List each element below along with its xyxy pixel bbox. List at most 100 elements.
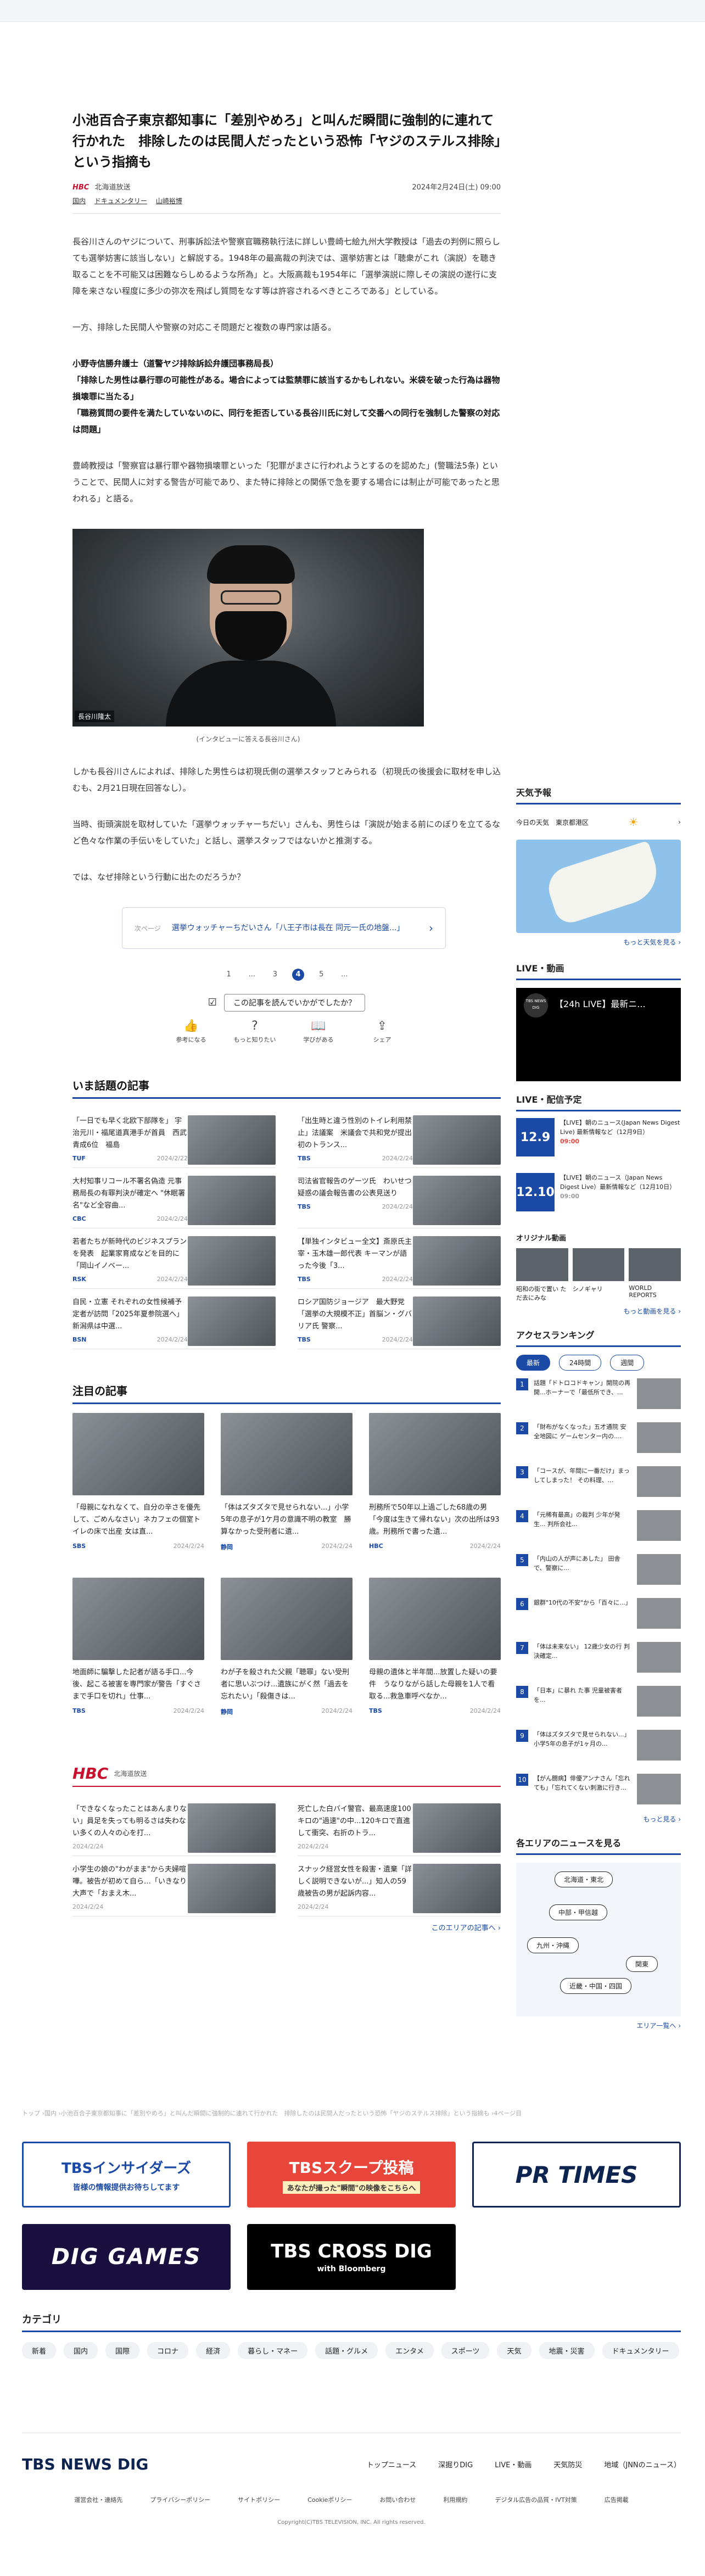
ranking-item[interactable]: 1 話題「ドトロコドキャン」開院の再開...ホーナーで「最低所でき、... bbox=[516, 1378, 681, 1415]
footer-nav-link[interactable]: LIVE・動画 bbox=[495, 2459, 531, 2469]
featured-item[interactable]: 母親の遺体と半年間...放置した疑いの要件 うなりながら話した母親を1人で看取る… bbox=[369, 1578, 501, 1742]
footer-sub-link[interactable]: 運営会社・連絡先 bbox=[74, 2495, 122, 2504]
banner-insiders[interactable]: TBSインサイダーズ 皆様の情報提供お待ちしてます bbox=[22, 2142, 231, 2208]
category-chip[interactable]: ドキュメンタリー bbox=[602, 2342, 679, 2359]
trending-title: 【単独インタビュー全文】斎原氏主宰・玉木雄一郎代表 キーマンが語った今後「3..… bbox=[298, 1238, 412, 1270]
ranking-item[interactable]: 4 「元稀有最高」の裁判 少年が発生... 判所会社... bbox=[516, 1510, 681, 1546]
ranking-item[interactable]: 10 【がん闘病】俳優アンナさん「忘れても」「忘れてくない刺激に行き... bbox=[516, 1774, 681, 1810]
tab-weekly[interactable]: 週間 bbox=[610, 1355, 645, 1371]
tag[interactable]: 山崎裕博 bbox=[156, 197, 182, 205]
trending-item[interactable]: 大村知事リコール不署名偽造 元事務局長の有罪判決が確定へ "休眠署名"など全容曲… bbox=[72, 1168, 276, 1228]
category-chip[interactable]: スポーツ bbox=[441, 2342, 490, 2359]
footer-sub-link[interactable]: デジタル広告の品質・IVT対策 bbox=[495, 2495, 577, 2504]
rank-thumbnail bbox=[637, 1598, 681, 1629]
article-source[interactable]: 北海道放送 bbox=[94, 183, 130, 192]
live-video-player[interactable]: TBS NEWS DIG 【24h LIVE】最新ニ... bbox=[516, 988, 681, 1081]
ranking-item[interactable]: 8 「日本」に暴れ た事 児童被害者を... bbox=[516, 1686, 681, 1722]
footer-sub-link[interactable]: お問い合わせ bbox=[379, 2495, 416, 2504]
ranking-item[interactable]: 5 「内山の人が声にあした」 田舎 で、警察に... bbox=[516, 1554, 681, 1590]
footer-sub-link[interactable]: プライバシーポリシー bbox=[150, 2495, 210, 2504]
original-video-thumb[interactable] bbox=[572, 1248, 625, 1281]
featured-source: 静岡 bbox=[221, 1544, 233, 1551]
area-button[interactable]: 近畿・中国・四国 bbox=[560, 1978, 632, 1994]
hbc-item[interactable]: スナック経営女性を殺害・遺棄「詳しく説明できないが...」知人の59歳被告の男が… bbox=[298, 1856, 501, 1916]
footer-sub-link[interactable]: サイトポリシー bbox=[238, 2495, 280, 2504]
footer-nav-link[interactable]: 地域（JNNのニュース） bbox=[604, 2459, 681, 2469]
trending-item[interactable]: ロシア国防ジョージア 最大野党「選挙の大規模不正」首脳ン・グバリア氏 警察...… bbox=[298, 1289, 501, 1349]
reaction-helpful-button[interactable]: 👍 参考になる bbox=[166, 1019, 216, 1044]
footer-nav-link[interactable]: トップニュース bbox=[367, 2459, 416, 2469]
schedule-heading: LIVE・配信予定 bbox=[516, 1092, 681, 1111]
category-chip[interactable]: 国際 bbox=[105, 2342, 140, 2359]
weather-more-link[interactable]: もっと天気を見る › bbox=[516, 937, 681, 947]
original-video-thumb[interactable] bbox=[629, 1248, 681, 1281]
footer-sub-link[interactable]: 利用規約 bbox=[443, 2495, 467, 2504]
category-chip[interactable]: 暮らし・マネー bbox=[238, 2342, 308, 2359]
weather-map[interactable] bbox=[516, 840, 681, 933]
area-button[interactable]: 関東 bbox=[626, 1956, 658, 1972]
hbc-item[interactable]: 死亡した白バイ警官、最高速度100キロの"過速"の中...120キロで直進して衝… bbox=[298, 1796, 501, 1856]
hbc-logo: HBC bbox=[72, 1764, 109, 1782]
page-link[interactable]: 1 bbox=[223, 969, 235, 981]
weather-location-row[interactable]: 今日の天気 東京都港区 ☀ › bbox=[516, 810, 681, 834]
trending-item[interactable]: 「一日でも早く北欧下部隊を」 宇治元川・福尾道真港手が首員 西武青成6位 福島 T… bbox=[72, 1108, 276, 1168]
tag[interactable]: 国内 bbox=[72, 197, 86, 205]
category-chip[interactable]: 経済 bbox=[196, 2342, 231, 2359]
banner-cross-dig[interactable]: TBS CROSS DIG with Bloomberg bbox=[247, 2224, 456, 2290]
ranking-item[interactable]: 9 「体はズタズタで見せられない...」小学5年の息子が1ヶ月の... bbox=[516, 1730, 681, 1766]
hbc-item[interactable]: 小学生の娘の"わがまま"から夫婦喧嘩。被告が初めて自ら…「いきなり大声で「おまえ… bbox=[72, 1856, 276, 1916]
category-chip[interactable]: 新着 bbox=[22, 2342, 57, 2359]
original-video-thumb[interactable] bbox=[516, 1248, 568, 1281]
trending-text: ロシア国防ジョージア 最大野党「選挙の大規模不正」首脳ン・グバリア氏 警察...… bbox=[298, 1297, 413, 1349]
category-chip[interactable]: コロナ bbox=[147, 2342, 189, 2359]
featured-item[interactable]: 地面師に騙撃した記者が語る手口...今後、起こる被害を専門家が警告「すぐさまで手… bbox=[72, 1578, 204, 1742]
ranking-more-link[interactable]: もっと見る › bbox=[516, 1814, 681, 1824]
area-button[interactable]: 中部・甲信越 bbox=[549, 1904, 608, 1920]
banner-prtimes[interactable]: PR TIMES bbox=[472, 2142, 681, 2208]
schedule-item[interactable]: 12.9 【LIVE】朝のニュース(Japan News Digest Live… bbox=[516, 1118, 681, 1166]
ranking-item[interactable]: 6 銀群"10代の不安"から「百々に...」 bbox=[516, 1598, 681, 1634]
page-link[interactable]: 3 bbox=[269, 969, 281, 981]
reaction-learn-button[interactable]: 📖 学びがある bbox=[294, 1019, 343, 1044]
videos-more-link[interactable]: もっと動画を見る › bbox=[516, 1306, 681, 1316]
ranking-item[interactable]: 2 「財布がなくなった」五才通院 安全地図に ゲームセンター内の.... bbox=[516, 1422, 681, 1459]
page-ellipsis: ... bbox=[248, 970, 255, 979]
featured-item[interactable]: わが子を殺された父親「聴罪」ない受刑者に思いぶつけ...遺族にがく然「過去を忘れ… bbox=[221, 1578, 352, 1742]
trending-item[interactable]: 「出生時と違う性別のトイレ利用禁止」法議案 米議会で共和党が提出 初のトランス.… bbox=[298, 1108, 501, 1168]
featured-item[interactable]: 刑務所で50年以上過ごした68歳の男「今度は生きて帰れない」次の出所は93歳。刑… bbox=[369, 1413, 501, 1578]
category-chip[interactable]: エンタメ bbox=[385, 2342, 434, 2359]
tab-latest[interactable]: 最新 bbox=[516, 1355, 551, 1371]
featured-item[interactable]: 「体はズタズタで見せられない...」小学5年の息子が1ケ月の意識不明の教室 勝算… bbox=[221, 1413, 352, 1578]
hbc-more-link[interactable]: このエリアの記事へ › bbox=[72, 1922, 501, 1932]
footer-sub-link[interactable]: Cookieポリシー bbox=[307, 2495, 352, 2504]
area-button[interactable]: 九州・沖縄 bbox=[527, 1937, 579, 1953]
ranking-item[interactable]: 7 「体は未来ない」 12歳少女の行 判決確定... bbox=[516, 1642, 681, 1678]
category-chip[interactable]: 天気 bbox=[497, 2342, 531, 2359]
trending-item[interactable]: 自民・立憲 それぞれの女性候補予定者が訪問「2025年夏参院選へ」新潟県は中選.… bbox=[72, 1289, 276, 1349]
page-link[interactable]: 5 bbox=[315, 969, 327, 981]
trending-item[interactable]: 【単独インタビュー全文】斎原氏主宰・玉木雄一郎代表 キーマンが語った今後「3..… bbox=[298, 1228, 501, 1289]
reaction-more-button[interactable]: ? もっと知りたい bbox=[230, 1019, 279, 1044]
area-more-link[interactable]: エリア一覧へ › bbox=[516, 2021, 681, 2030]
footer-nav-link[interactable]: 深掘りDIG bbox=[438, 2459, 473, 2469]
area-button[interactable]: 北海道・東北 bbox=[555, 1871, 613, 1887]
trending-item[interactable]: 若者たちが新時代のビジネスプランを発表 起業家育成などを目的に「岡山イノベー..… bbox=[72, 1228, 276, 1289]
banner-dig-games[interactable]: DIG GAMES bbox=[22, 2224, 231, 2290]
hbc-item[interactable]: 「できなくなったことはあんまりない」員足を失っても明るさは失わない多くの人々の心… bbox=[72, 1796, 276, 1856]
next-page-card[interactable]: 次ページ 選挙ウォッチャーちだいさん「八王子市は長在 同元一氏の地盤...」 › bbox=[122, 907, 446, 949]
category-chip[interactable]: 地震・災害 bbox=[539, 2342, 595, 2359]
category-chip[interactable]: 国内 bbox=[64, 2342, 98, 2359]
featured-item[interactable]: 「母親になれなくて、自分の辛さを優先して、ごめんなさい」ネカフェの個室トイレの床… bbox=[72, 1413, 204, 1578]
tag[interactable]: ドキュメンタリー bbox=[94, 197, 147, 205]
category-chip[interactable]: 話題・グルメ bbox=[315, 2342, 378, 2359]
schedule-item[interactable]: 12.10 【LIVE】朝のニュース（Japan News Digest Liv… bbox=[516, 1173, 681, 1221]
share-button[interactable]: ⇪ シェア bbox=[357, 1019, 407, 1044]
footer-logo[interactable]: TBS NEWS DIG bbox=[22, 2455, 148, 2473]
ranking-item[interactable]: 3 「コースが、年間に一番だけ」まっしてしまった！ その料理、... bbox=[516, 1466, 681, 1502]
trending-item[interactable]: 司法省官報告のゲーツ氏 わいせつ疑惑の議会報告書の公表見送り TBS 2024/2/… bbox=[298, 1168, 501, 1228]
footer-sub-link[interactable]: 広告掲載 bbox=[605, 2495, 629, 2504]
footer-nav-link[interactable]: 天気防災 bbox=[553, 2459, 582, 2469]
banner-scoop[interactable]: TBSスクープ投稿 あなたが撮った"瞬間"の映像をこちらへ bbox=[247, 2142, 456, 2208]
tab-24h[interactable]: 24時間 bbox=[559, 1355, 602, 1371]
rank-title: 「日本」に暴れ た事 児童被害者を... bbox=[534, 1687, 622, 1703]
